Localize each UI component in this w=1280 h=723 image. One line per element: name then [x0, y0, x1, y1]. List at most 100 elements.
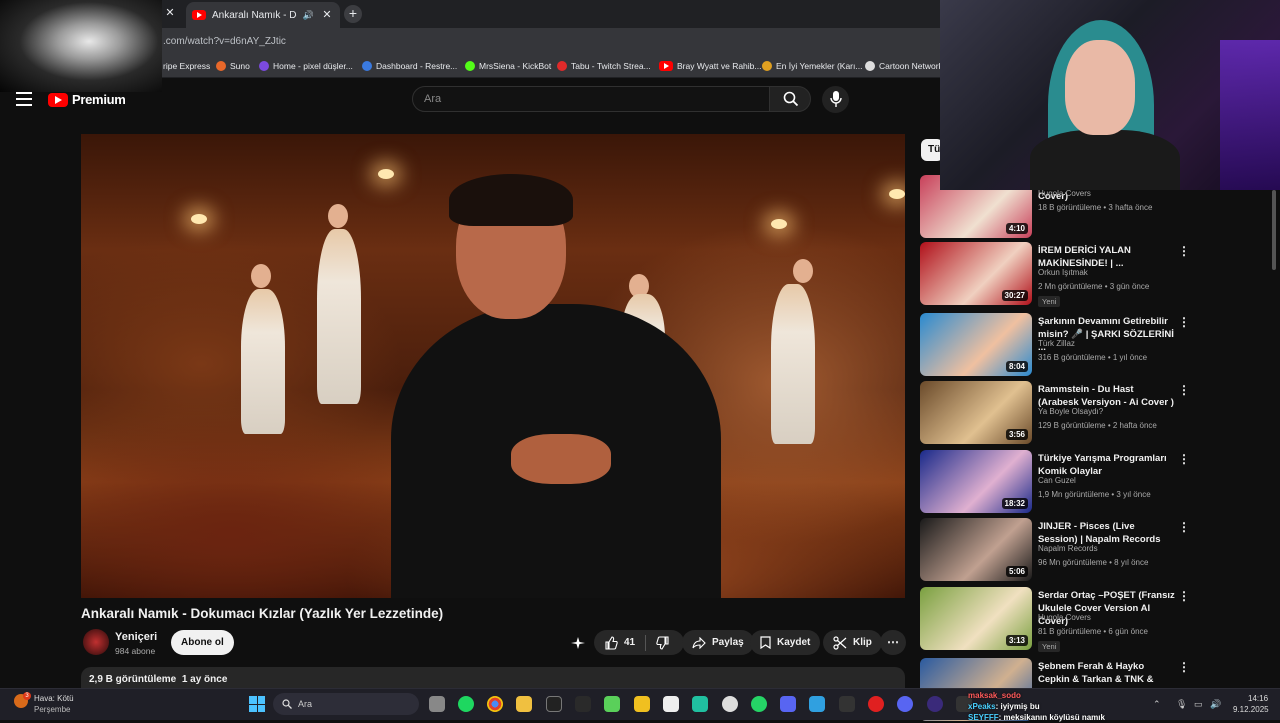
recommended-channel[interactable]: Napalm Records: [1038, 544, 1098, 553]
bookmark-item[interactable]: Dashboard - Restre...: [362, 61, 457, 71]
recommended-video[interactable]: 5:06 JINJER - Pisces (Live Session) | Nap…: [920, 518, 1190, 582]
recommended-channel[interactable]: Türk Zillaz: [1038, 339, 1075, 348]
dislike-icon[interactable]: [656, 635, 670, 650]
bookmark-label: MrsSiena - KickBot: [479, 61, 552, 71]
more-options-icon[interactable]: ⋮: [1178, 589, 1190, 603]
video-thumbnail[interactable]: 3:56: [920, 381, 1032, 444]
like-icon[interactable]: [604, 635, 618, 650]
app-icon[interactable]: [839, 696, 855, 712]
video-thumbnail[interactable]: 3:13: [920, 587, 1032, 650]
volume-icon[interactable]: 🔊: [1210, 699, 1221, 710]
bookmark-item[interactable]: Bray Wyatt ve Rahib...: [659, 61, 761, 71]
search-input[interactable]: Ara: [412, 86, 770, 112]
recommended-channel[interactable]: Hugola Covers: [1038, 613, 1091, 622]
recommended-channel[interactable]: Orkun Işıtmak: [1038, 268, 1088, 277]
channel-avatar[interactable]: [83, 629, 109, 655]
voice-search-button[interactable]: [822, 86, 849, 113]
recommended-video[interactable]: 8:04 Şarkının Devamını Getirebilir misin?…: [920, 313, 1190, 377]
more-actions-button[interactable]: ⋯: [880, 630, 906, 655]
video-player[interactable]: [81, 134, 905, 598]
recommended-title[interactable]: Türkiye Yarışma Programları Komik Olayla…: [1038, 452, 1176, 478]
bookmark-item[interactable]: Cartoon Network: [865, 61, 943, 71]
clock-date[interactable]: 9.12.2025: [1233, 705, 1269, 714]
clock-time[interactable]: 14:16: [1248, 694, 1268, 703]
recommended-channel[interactable]: Hugola Covers: [1038, 189, 1091, 198]
recommended-title[interactable]: JINJER - Pisces (Live Session) | Napalm …: [1038, 520, 1176, 546]
youtube-premium-logo[interactable]: Premium: [48, 92, 126, 107]
microphone-icon[interactable]: 🎙: [1176, 699, 1187, 710]
more-options-icon[interactable]: ⋮: [1178, 315, 1190, 329]
start-button[interactable]: [249, 696, 265, 712]
weather-title[interactable]: Hava: Kötü: [34, 694, 74, 703]
discord-icon[interactable]: [897, 696, 913, 712]
save-button[interactable]: Kaydet: [750, 630, 821, 655]
steam-icon[interactable]: [575, 696, 591, 712]
bookmark-item[interactable]: Tabu - Twitch Strea...: [557, 61, 651, 71]
browser-tab-active[interactable]: Ankaralı Namık - Dokumacı 🔊 ✕: [186, 2, 340, 28]
subscribe-button[interactable]: Abone ol: [171, 630, 234, 655]
sparkle-icon[interactable]: [570, 636, 588, 650]
app-icon[interactable]: [780, 696, 796, 712]
rockstar-icon[interactable]: [634, 696, 650, 712]
recommended-meta: 1,9 Mn görüntüleme • 3 yıl önce: [1038, 490, 1151, 499]
bookmark-item[interactable]: Suno: [216, 61, 250, 71]
bookmark-item[interactable]: Home - pixel düşler...: [259, 61, 353, 71]
stream-chat-overlay: maksak_sodo xPeaks: iyiymiş bu SEYFFF: m…: [968, 690, 1168, 723]
recommended-video[interactable]: 3:56 Rammstein - Du Hast (Arabesk Versiyo…: [920, 381, 1190, 445]
whatsapp-icon[interactable]: [751, 696, 767, 712]
video-thumbnail[interactable]: 30:27: [920, 242, 1032, 305]
spotify-icon[interactable]: [458, 696, 474, 712]
app-icon[interactable]: [692, 696, 708, 712]
scrollbar[interactable]: [1272, 190, 1276, 270]
chat-user: maksak_sodo: [968, 691, 1021, 700]
like-count[interactable]: 41: [624, 630, 635, 655]
url-text[interactable]: .com/watch?v=d6nAY_ZJtic: [163, 36, 286, 47]
hamburger-menu-icon[interactable]: [16, 92, 32, 106]
dancer: [241, 289, 285, 434]
recommended-title[interactable]: İREM DERİCİ YALAN MAKİNESİNDE! | ...: [1038, 244, 1176, 270]
new-tab-button[interactable]: +: [344, 5, 362, 23]
epic-games-icon[interactable]: [546, 696, 562, 712]
share-button[interactable]: Paylaş: [682, 630, 754, 655]
taskbar-search-label: Ara: [298, 699, 313, 709]
app-icon[interactable]: [809, 696, 825, 712]
capcut-icon[interactable]: [663, 696, 679, 712]
more-options-icon[interactable]: ⋮: [1178, 452, 1190, 466]
search-button[interactable]: [769, 86, 811, 112]
more-options-icon[interactable]: ⋮: [1178, 383, 1190, 397]
app-icon[interactable]: [927, 696, 943, 712]
video-duration: 3:13: [1005, 635, 1028, 646]
recommended-title[interactable]: Serdar Ortaç –POŞET (Fransız Ukulele Cov…: [1038, 589, 1176, 628]
network-icon[interactable]: ▭: [1194, 699, 1203, 710]
channel-name[interactable]: Yeniçeri: [115, 631, 157, 643]
recommended-channel[interactable]: Can Guzel: [1038, 476, 1076, 485]
like-dislike-group: 41: [594, 630, 684, 655]
play-icon[interactable]: [604, 696, 620, 712]
more-options-icon[interactable]: ⋮: [1178, 660, 1190, 674]
recommended-title[interactable]: Rammstein - Du Hast (Arabesk Versiyon - …: [1038, 383, 1176, 409]
recommended-video[interactable]: 18:32 Türkiye Yarışma Programları Komik O…: [920, 450, 1190, 514]
recommended-title[interactable]: Şarkının Devamını Getirebilir misin? 🎤 |…: [1038, 315, 1176, 354]
recommended-channel[interactable]: Ya Boyle Olsaydı?: [1038, 407, 1103, 416]
recommended-video[interactable]: 30:27 İREM DERİCİ YALAN MAKİNESİNDE! | ..…: [920, 242, 1190, 307]
task-view-icon[interactable]: [429, 696, 445, 712]
video-thumbnail[interactable]: 5:06: [920, 518, 1032, 581]
taskbar-search[interactable]: Ara: [273, 693, 419, 715]
bookmark-item[interactable]: MrsSiena - KickBot: [465, 61, 551, 71]
app-icon[interactable]: [868, 696, 884, 712]
video-thumbnail[interactable]: 8:04: [920, 313, 1032, 376]
more-options-icon[interactable]: ⋮: [1178, 520, 1190, 534]
clip-button[interactable]: Klip: [823, 630, 882, 655]
close-tab-icon[interactable]: ✕: [320, 8, 334, 22]
speaker-icon[interactable]: 🔊: [303, 10, 314, 21]
tray-expand-icon[interactable]: ⌃: [1153, 699, 1161, 710]
bookmark-item[interactable]: ripe Express: [163, 61, 210, 71]
obs-icon[interactable]: [722, 696, 738, 712]
close-tab-icon[interactable]: ✕: [163, 6, 177, 20]
chrome-icon[interactable]: [487, 696, 503, 712]
video-thumbnail[interactable]: 18:32: [920, 450, 1032, 513]
bookmark-item[interactable]: En İyi Yemekler (Karı...: [762, 61, 862, 71]
file-explorer-icon[interactable]: [516, 696, 532, 712]
more-options-icon[interactable]: ⋮: [1178, 244, 1190, 258]
recommended-video[interactable]: 3:13 Serdar Ortaç –POŞET (Fransız Ukulele…: [920, 587, 1190, 652]
